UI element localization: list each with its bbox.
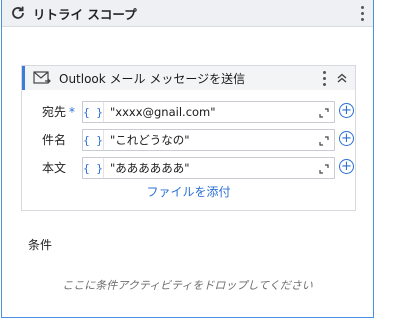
field-label-body: 本文 bbox=[42, 161, 67, 175]
add-variable-plus-icon[interactable]: + bbox=[339, 103, 354, 118]
mail-icon bbox=[33, 71, 51, 85]
field-row-subject: 件名 { } "これどうなの" + bbox=[22, 128, 355, 152]
retry-scope-header[interactable]: リトライ スコープ bbox=[2, 0, 373, 27]
body-field-value[interactable]: "ああああああ" bbox=[110, 160, 190, 176]
expand-editor-icon[interactable] bbox=[319, 163, 329, 174]
attach-file-link[interactable]: ファイルを添付 bbox=[22, 183, 355, 200]
field-row-body: 本文 { } "ああああああ" + bbox=[22, 156, 355, 180]
expression-braces-icon[interactable]: { } bbox=[83, 102, 104, 122]
activity-title: Outlook メール メッセージを送信 bbox=[59, 71, 246, 86]
field-label-to: 宛先 * bbox=[42, 105, 76, 119]
add-variable-plus-icon[interactable]: + bbox=[339, 159, 354, 174]
subject-field[interactable]: { } "これどうなの" bbox=[82, 129, 335, 151]
retry-scope-container: リトライ スコープ Outlook メール メッセージを送信 宛先 * {} … bbox=[1, 0, 374, 318]
scope-more-menu-icon[interactable] bbox=[357, 4, 367, 22]
to-field[interactable]: { } "xxxx@gnail.com" bbox=[82, 101, 335, 123]
add-variable-plus-icon[interactable]: + bbox=[339, 131, 354, 146]
condition-drop-zone[interactable]: ここに条件アクティビティをドロップしてください bbox=[2, 277, 373, 293]
required-mark: * bbox=[69, 105, 76, 119]
activity-header[interactable]: Outlook メール メッセージを送信 bbox=[22, 66, 355, 90]
refresh-icon bbox=[9, 4, 27, 22]
send-outlook-mail-activity[interactable]: Outlook メール メッセージを送信 宛先 * { } "xxxx@gnail… bbox=[21, 65, 356, 211]
field-row-to: 宛先 * { } "xxxx@gnail.com" + bbox=[22, 100, 355, 124]
expression-braces-icon[interactable]: { } bbox=[83, 130, 104, 150]
activity-more-menu-icon[interactable] bbox=[319, 69, 329, 87]
expand-editor-icon[interactable] bbox=[319, 135, 329, 146]
to-field-value[interactable]: "xxxx@gnail.com" bbox=[110, 105, 216, 119]
field-label-subject: 件名 bbox=[42, 133, 67, 147]
expression-braces-icon[interactable]: { } bbox=[83, 158, 104, 178]
collapse-chevron-icon[interactable] bbox=[335, 71, 349, 85]
retry-scope-title: リトライ スコープ bbox=[33, 6, 137, 22]
body-field[interactable]: { } "ああああああ" bbox=[82, 157, 335, 179]
condition-label: 条件 bbox=[28, 238, 53, 252]
subject-field-value[interactable]: "これどうなの" bbox=[110, 132, 190, 148]
expand-editor-icon[interactable] bbox=[319, 107, 329, 118]
